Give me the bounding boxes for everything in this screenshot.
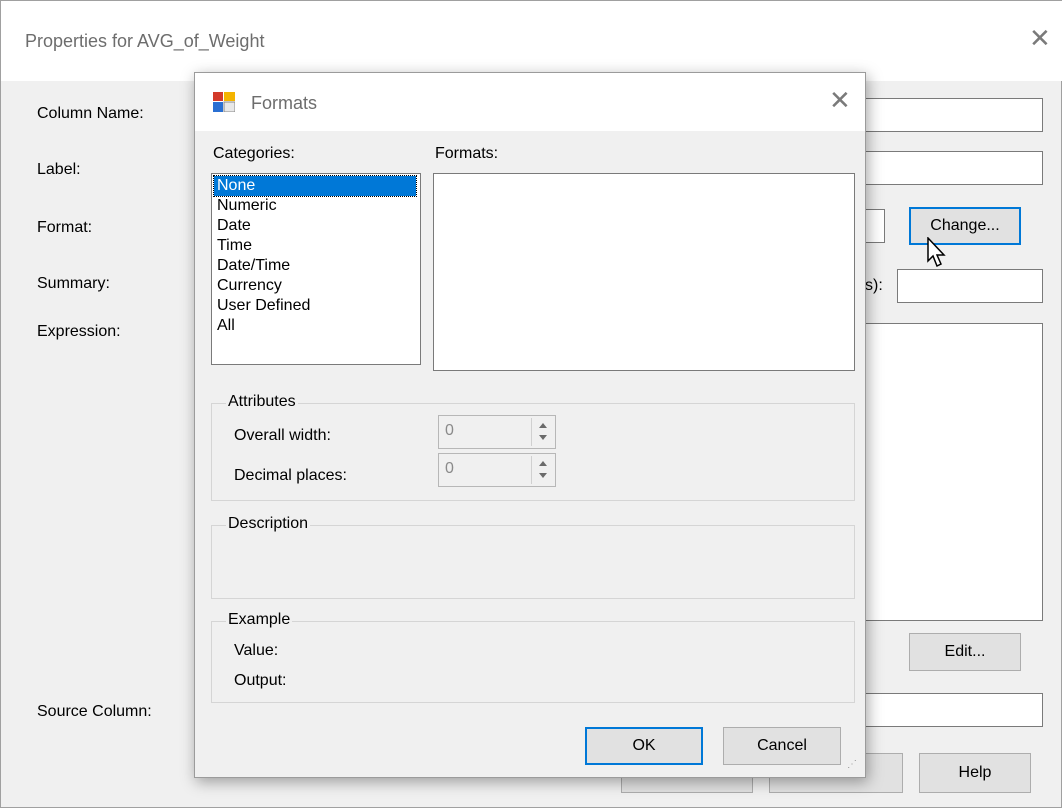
mouse-pointer-icon	[927, 237, 946, 268]
category-item-currency[interactable]: Currency	[214, 276, 416, 296]
resize-grip-icon[interactable]: ⋰	[847, 759, 857, 770]
triangle-down-icon[interactable]	[536, 433, 550, 442]
formats-app-icon	[213, 92, 235, 112]
categories-listbox[interactable]: None Numeric Date Time Date/Time Currenc…	[211, 173, 421, 365]
column-name-field[interactable]	[861, 98, 1043, 132]
properties-title: Properties for AVG_of_Weight	[25, 31, 265, 51]
example-value-label: Value:	[234, 642, 279, 659]
format-label: Format:	[37, 219, 93, 236]
summary-partial-label: s):	[865, 277, 883, 294]
overall-width-spin-buttons	[531, 418, 554, 446]
decimal-places-stepper[interactable]: 0	[438, 453, 556, 487]
category-item-date[interactable]: Date	[214, 216, 416, 236]
category-item-datetime[interactable]: Date/Time	[214, 256, 416, 276]
formats-listbox[interactable]	[433, 173, 855, 371]
summary-field[interactable]	[897, 269, 1043, 303]
label-label: Label:	[37, 161, 81, 178]
categories-label: Categories:	[213, 145, 295, 162]
category-item-all[interactable]: All	[214, 316, 416, 336]
attributes-title: Attributes	[226, 393, 298, 411]
label-field[interactable]	[861, 151, 1043, 185]
formats-cancel-button[interactable]: Cancel	[723, 727, 841, 765]
category-item-numeric[interactable]: Numeric	[214, 196, 416, 216]
triangle-up-icon[interactable]	[536, 421, 550, 430]
overall-width-value: 0	[445, 422, 454, 439]
formats-title: Formats	[251, 93, 318, 113]
formats-ok-button[interactable]: OK	[585, 727, 703, 765]
formats-label: Formats:	[435, 145, 499, 162]
decimal-places-value: 0	[445, 460, 454, 477]
summary-label: Summary:	[37, 275, 110, 292]
category-item-none[interactable]: None	[213, 175, 417, 197]
formats-dialog: Formats ✕ Categories: Formats: None Nume…	[194, 72, 866, 778]
example-output-label: Output:	[234, 672, 287, 689]
decimal-places-spin-buttons	[531, 456, 554, 484]
description-title: Description	[226, 515, 311, 533]
overall-width-stepper[interactable]: 0	[438, 415, 556, 449]
decimal-places-label: Decimal places:	[234, 467, 347, 484]
properties-help-button[interactable]: Help	[919, 753, 1031, 793]
expression-label: Expression:	[37, 323, 121, 340]
triangle-down-icon[interactable]	[536, 471, 550, 480]
source-column-label: Source Column:	[37, 703, 152, 720]
example-title: Example	[226, 611, 293, 629]
change-button[interactable]: Change...	[909, 207, 1021, 245]
category-item-time[interactable]: Time	[214, 236, 416, 256]
triangle-up-icon[interactable]	[536, 459, 550, 468]
edit-button[interactable]: Edit...	[909, 633, 1021, 671]
example-group: Example Value: Output:	[211, 611, 855, 703]
expression-field[interactable]	[861, 323, 1043, 621]
column-name-label: Column Name:	[37, 105, 144, 122]
description-group: Description	[211, 515, 855, 599]
formats-close-icon[interactable]: ✕	[829, 87, 851, 113]
overall-width-label: Overall width:	[234, 427, 331, 444]
attributes-group: Attributes Overall width: Decimal places…	[211, 393, 855, 501]
category-item-user-defined[interactable]: User Defined	[214, 296, 416, 316]
properties-close-icon[interactable]: ✕	[1029, 25, 1051, 51]
source-column-field[interactable]	[861, 693, 1043, 727]
